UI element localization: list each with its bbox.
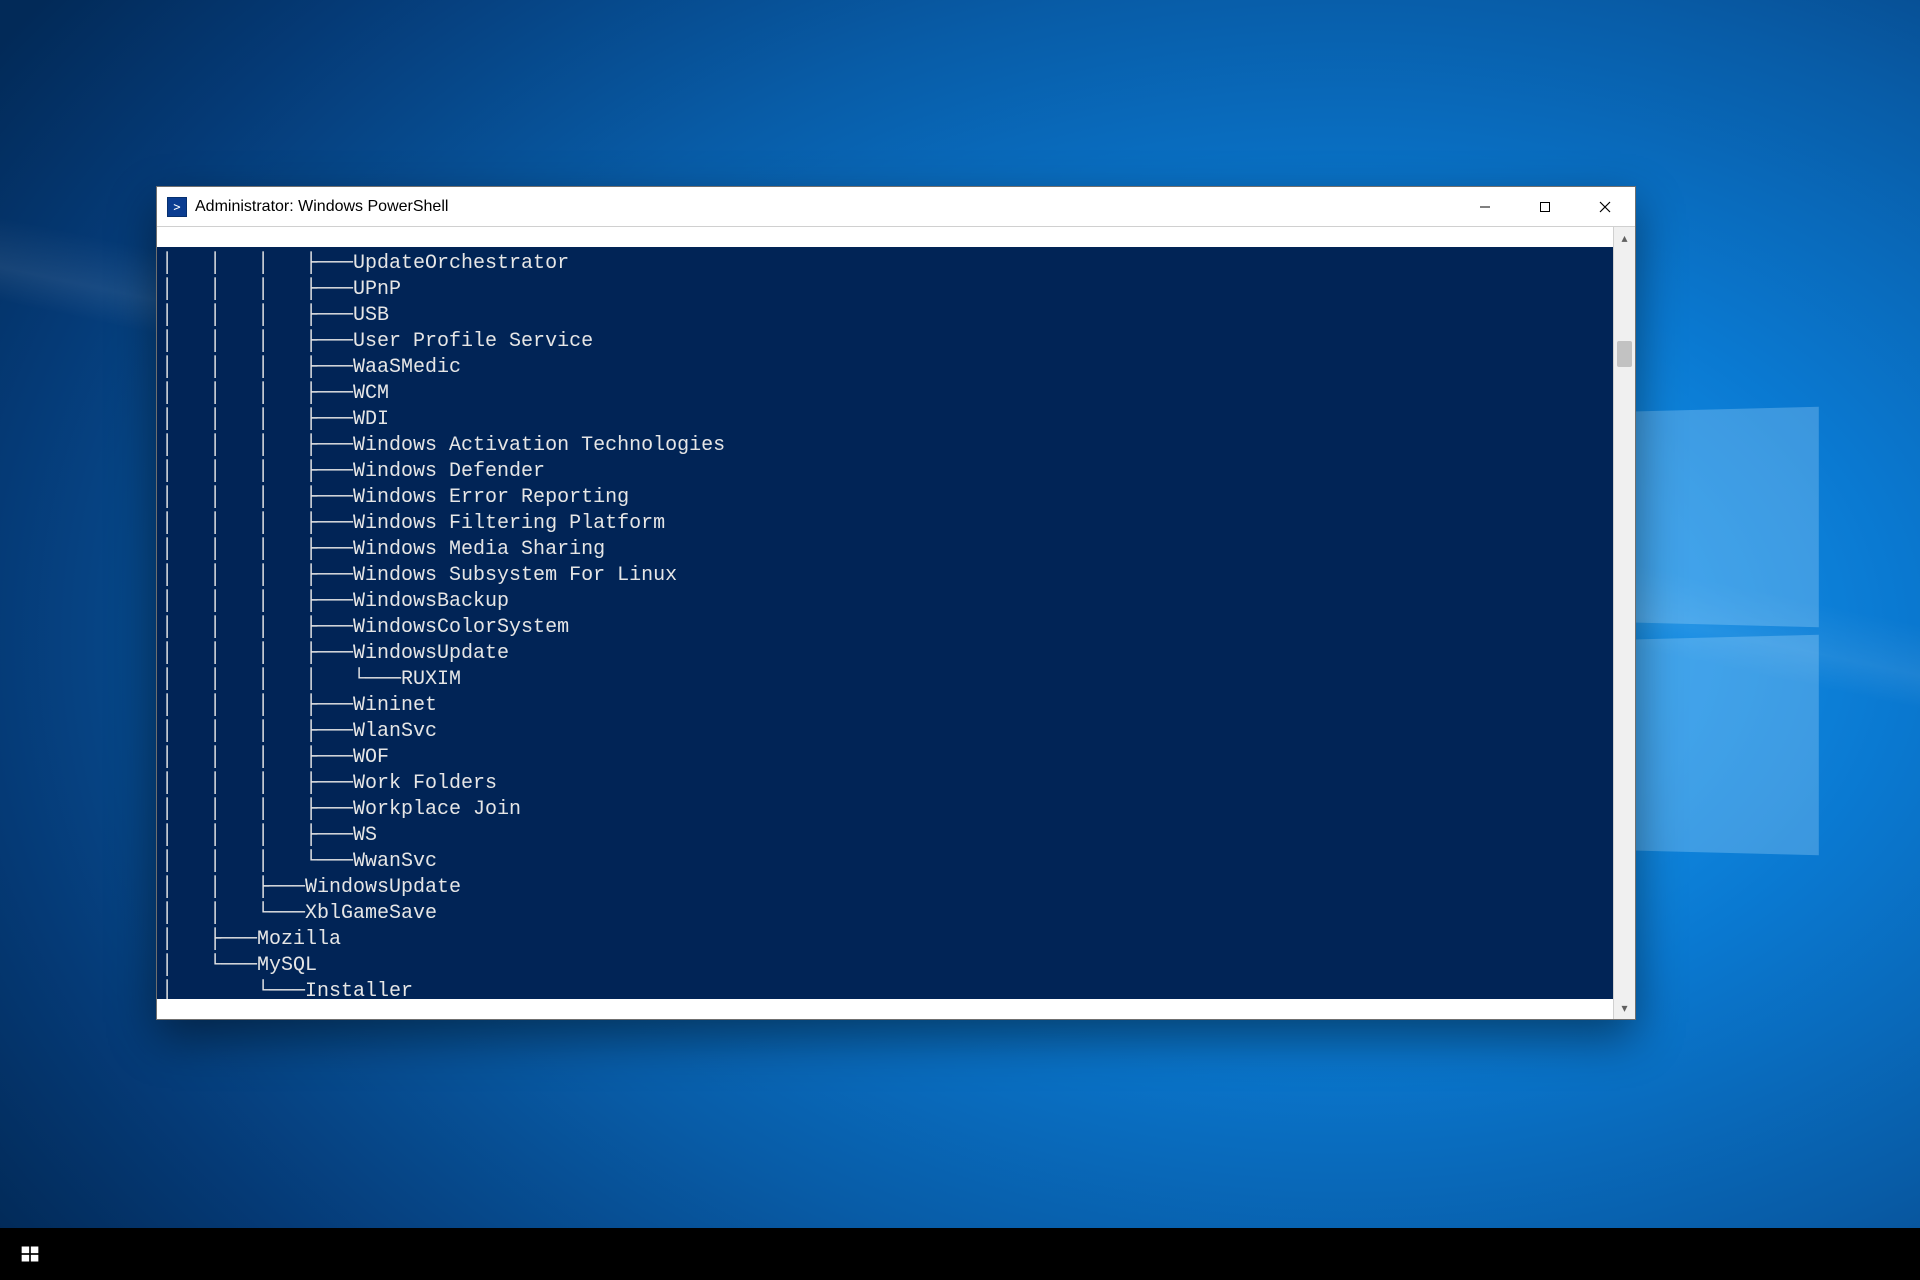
window-title: Administrator: Windows PowerShell — [195, 198, 448, 216]
scroll-down-arrow[interactable]: ▾ — [1614, 997, 1635, 1019]
window-client-area: │ │ │ ├───UpdateOrchestrator │ │ │ ├───U… — [157, 227, 1635, 1019]
start-button[interactable] — [0, 1228, 60, 1280]
vertical-scrollbar[interactable]: ▴ ▾ — [1613, 227, 1635, 1019]
titlebar[interactable]: Administrator: Windows PowerShell — [157, 187, 1635, 227]
powershell-window: Administrator: Windows PowerShell │ │ │ … — [156, 186, 1636, 1020]
windows-icon — [20, 1244, 40, 1264]
scroll-up-arrow[interactable]: ▴ — [1614, 227, 1635, 249]
maximize-button[interactable] — [1515, 187, 1575, 226]
window-controls — [1455, 187, 1635, 226]
minimize-button[interactable] — [1455, 187, 1515, 226]
terminal-output[interactable]: │ │ │ ├───UpdateOrchestrator │ │ │ ├───U… — [157, 247, 1613, 999]
close-button[interactable] — [1575, 187, 1635, 226]
powershell-icon — [167, 197, 187, 217]
scroll-thumb[interactable] — [1617, 341, 1632, 367]
taskbar[interactable] — [0, 1228, 1920, 1280]
desktop: Administrator: Windows PowerShell │ │ │ … — [0, 0, 1920, 1280]
